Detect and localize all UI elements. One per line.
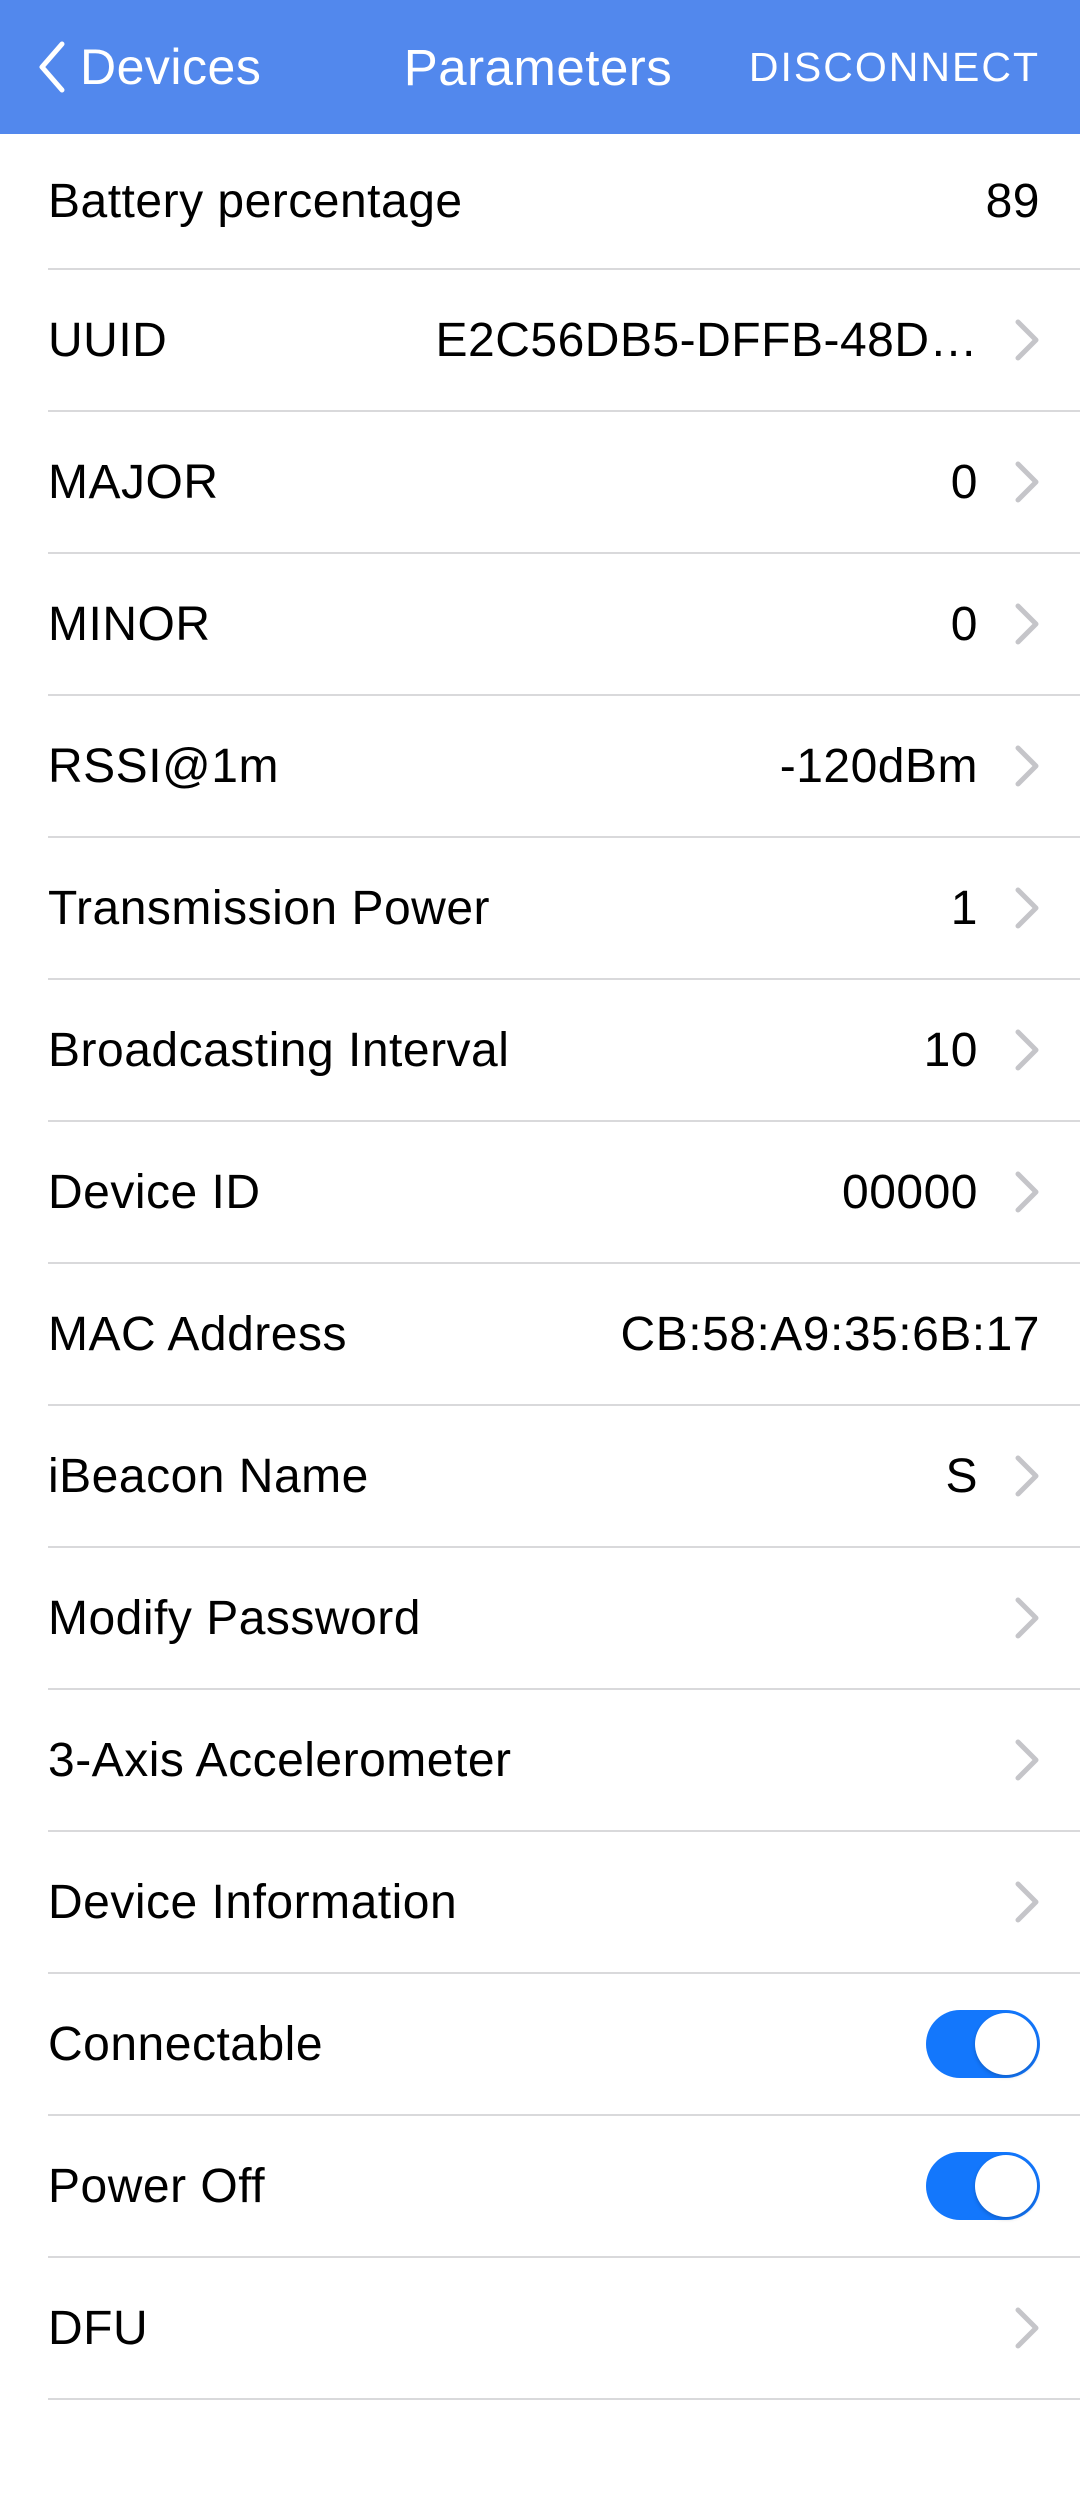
row-value: -120dBm (780, 739, 978, 794)
row-mac-address: MAC Address CB:58:A9:35:6B:17 (48, 1264, 1080, 1406)
chevron-left-icon (36, 40, 66, 94)
row-label: Transmission Power (48, 881, 490, 936)
disconnect-button[interactable]: DISCONNECT (740, 44, 1040, 91)
back-button[interactable]: Devices (36, 38, 336, 96)
row-label: Power Off (48, 2159, 265, 2214)
chevron-right-icon (1014, 744, 1040, 788)
row-value: 1 (951, 881, 978, 936)
row-connectable: Connectable (48, 1974, 1080, 2116)
row-battery: Battery percentage 89 (48, 134, 1080, 270)
chevron-right-icon (1014, 1738, 1040, 1782)
row-accelerometer[interactable]: 3-Axis Accelerometer (48, 1690, 1080, 1832)
row-value: 0 (951, 597, 978, 652)
row-label: MAJOR (48, 455, 219, 510)
connectable-toggle[interactable] (926, 2010, 1040, 2078)
chevron-right-icon (1014, 602, 1040, 646)
parameters-list: Battery percentage 89 UUID E2C56DB5-DFFB… (0, 134, 1080, 2400)
chevron-right-icon (1014, 2306, 1040, 2350)
row-label: Device Information (48, 1875, 457, 1930)
row-label: Connectable (48, 2017, 323, 2072)
row-power-off: Power Off (48, 2116, 1080, 2258)
chevron-right-icon (1014, 1454, 1040, 1498)
row-broadcast-interval[interactable]: Broadcasting Interval 10 (48, 980, 1080, 1122)
power-off-toggle[interactable] (926, 2152, 1040, 2220)
row-value: 10 (924, 1023, 978, 1078)
row-label: Battery percentage (48, 174, 463, 229)
chevron-right-icon (1014, 460, 1040, 504)
row-value: S (945, 1449, 978, 1504)
row-uuid[interactable]: UUID E2C56DB5-DFFB-48D… (48, 270, 1080, 412)
page-title: Parameters (404, 38, 673, 97)
row-value: E2C56DB5-DFFB-48D… (436, 313, 978, 368)
chevron-right-icon (1014, 886, 1040, 930)
row-label: iBeacon Name (48, 1449, 369, 1504)
row-label: UUID (48, 313, 167, 368)
row-value: 89 (986, 174, 1040, 229)
row-value: 00000 (842, 1165, 978, 1220)
chevron-right-icon (1014, 1028, 1040, 1072)
chevron-right-icon (1014, 1596, 1040, 1640)
row-device-id[interactable]: Device ID 00000 (48, 1122, 1080, 1264)
row-value: 0 (951, 455, 978, 510)
header-bar: Devices Parameters DISCONNECT (0, 0, 1080, 134)
chevron-right-icon (1014, 1170, 1040, 1214)
row-label: 3-Axis Accelerometer (48, 1733, 512, 1788)
row-value: CB:58:A9:35:6B:17 (621, 1307, 1040, 1362)
row-label: Modify Password (48, 1591, 421, 1646)
chevron-right-icon (1014, 1880, 1040, 1924)
back-label: Devices (80, 38, 261, 96)
row-label: Broadcasting Interval (48, 1023, 509, 1078)
row-dfu[interactable]: DFU (48, 2258, 1080, 2400)
row-label: MINOR (48, 597, 210, 652)
row-label: Device ID (48, 1165, 261, 1220)
row-label: MAC Address (48, 1307, 347, 1362)
chevron-right-icon (1014, 318, 1040, 362)
row-rssi[interactable]: RSSI@1m -120dBm (48, 696, 1080, 838)
row-label: DFU (48, 2301, 148, 2356)
row-label: RSSI@1m (48, 739, 279, 794)
row-minor[interactable]: MINOR 0 (48, 554, 1080, 696)
row-major[interactable]: MAJOR 0 (48, 412, 1080, 554)
row-modify-password[interactable]: Modify Password (48, 1548, 1080, 1690)
row-tx-power[interactable]: Transmission Power 1 (48, 838, 1080, 980)
row-ibeacon-name[interactable]: iBeacon Name S (48, 1406, 1080, 1548)
row-device-information[interactable]: Device Information (48, 1832, 1080, 1974)
